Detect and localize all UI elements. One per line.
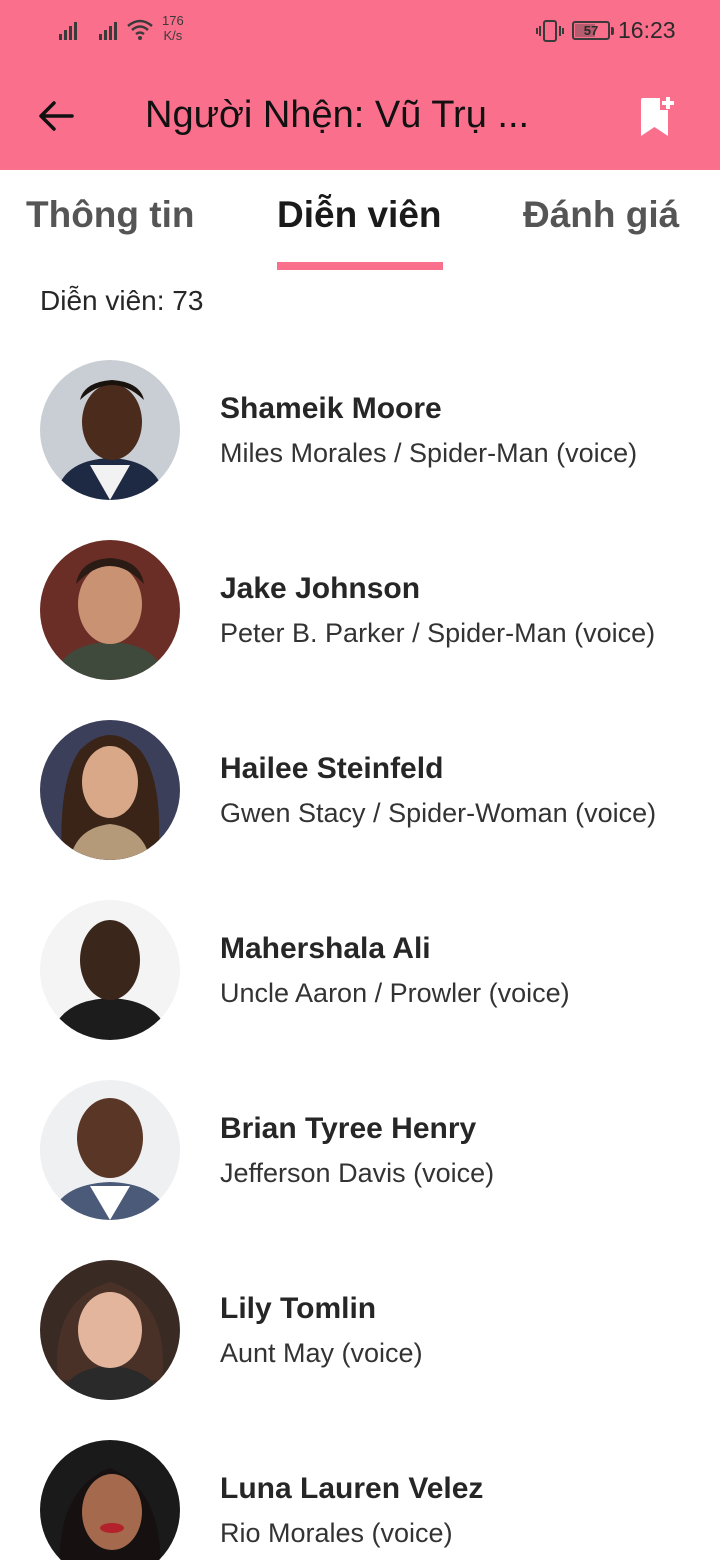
actor-role: Peter B. Parker / Spider-Man (voice) [220,618,656,648]
actor-name: Shameik Moore [220,392,442,425]
cast-item[interactable]: Brian Tyree Henry Jefferson Davis (voice… [0,1080,720,1260]
actor-photo [40,540,180,680]
cast-item[interactable]: Lily Tomlin Aunt May (voice) [0,1260,720,1440]
actor-name: Lily Tomlin [220,1292,377,1325]
actor-photo [40,1440,180,1560]
cast-count: Diễn viên: 73 [40,285,204,316]
tab-cast[interactable]: Diễn viên [277,194,442,236]
arrow-left-icon [39,101,74,131]
actor-role: Jefferson Davis (voice) [220,1158,495,1188]
actor-role: Gwen Stacy / Spider-Woman (voice) [220,798,657,828]
actor-name: Mahershala Ali [220,932,431,965]
actor-name: Luna Lauren Velez [220,1472,484,1505]
network-speed: 176 K/s [162,13,184,43]
cellular-signal-icon [59,22,77,40]
actor-photo [40,720,180,860]
page-title: Người Nhện: Vũ Trụ ... [145,94,530,136]
tab-info[interactable]: Thông tin [26,194,195,236]
cellular-signal-2-icon [99,22,117,40]
tab-reviews[interactable]: Đánh giá [523,194,679,236]
back-button[interactable] [26,88,86,144]
network-speed-value: 176 [162,13,184,28]
cast-list: Shameik Moore Miles Morales / Spider-Man… [0,360,720,1560]
tab-bar: Thông tin Diễn viên Đánh giá [0,170,720,270]
actor-photo [40,1260,180,1400]
app-bar: 176 K/s 57 16:23 Người Nhện: Vũ Trụ ... [0,0,720,170]
actor-photo [40,1080,180,1220]
actor-photo [40,900,180,1040]
vibrate-icon [536,20,564,42]
bookmark-button[interactable] [630,90,684,144]
network-speed-unit: K/s [163,28,183,43]
actor-role: Uncle Aaron / Prowler (voice) [220,978,570,1008]
cast-item[interactable]: Luna Lauren Velez Rio Morales (voice) [0,1440,720,1560]
bookmark-add-icon [641,97,674,136]
battery-level: 57 [583,23,599,38]
cast-item[interactable]: Mahershala Ali Uncle Aaron / Prowler (vo… [0,900,720,1080]
cast-item[interactable]: Hailee Steinfeld Gwen Stacy / Spider-Wom… [0,720,720,900]
actor-role: Miles Morales / Spider-Man (voice) [220,438,638,468]
actor-photo [40,360,180,500]
actor-name: Jake Johnson [220,572,421,605]
cast-item[interactable]: Jake Johnson Peter B. Parker / Spider-Ma… [0,540,720,720]
cast-item[interactable]: Shameik Moore Miles Morales / Spider-Man… [0,360,720,540]
actor-name: Hailee Steinfeld [220,752,444,785]
battery-icon: 57 [572,21,614,40]
active-tab-indicator [277,262,443,270]
actor-role: Aunt May (voice) [220,1338,423,1368]
actor-name: Brian Tyree Henry [220,1112,477,1145]
status-bar: 176 K/s 57 16:23 [0,0,720,62]
actor-role: Rio Morales (voice) [220,1518,453,1548]
status-time: 16:23 [618,17,676,43]
wifi-icon [127,19,153,40]
